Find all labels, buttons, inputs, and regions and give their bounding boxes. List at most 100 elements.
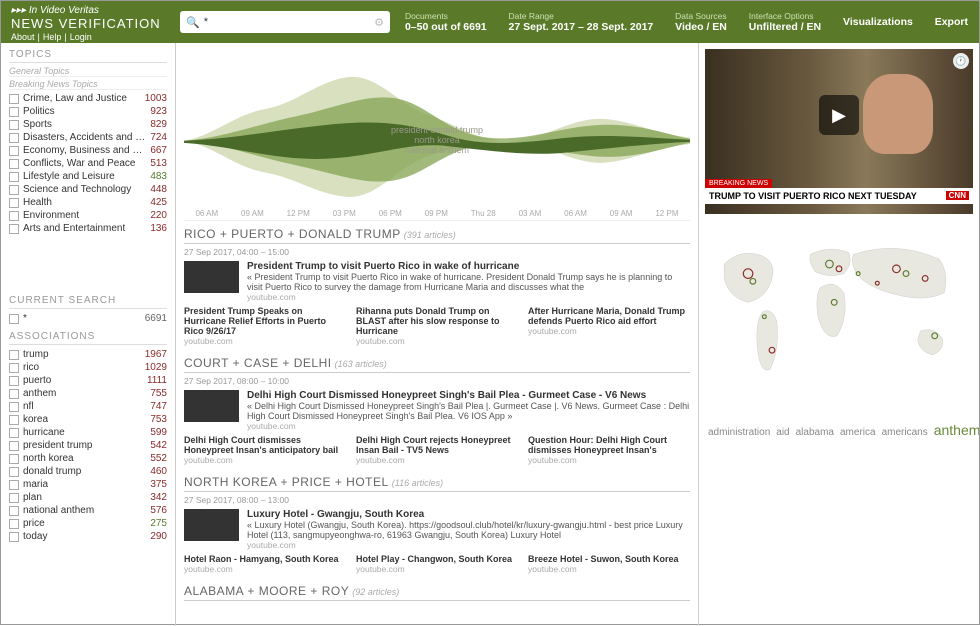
- checkbox[interactable]: [9, 402, 19, 412]
- checkbox[interactable]: [9, 120, 19, 130]
- checkbox[interactable]: [9, 519, 19, 529]
- checkbox[interactable]: [9, 314, 19, 324]
- checkbox[interactable]: [9, 467, 19, 477]
- facet-count: 275: [150, 518, 167, 529]
- checkbox[interactable]: [9, 454, 19, 464]
- checkbox[interactable]: [9, 146, 19, 156]
- sub-article[interactable]: Hotel Raon - Hamyang, South Koreayoutube…: [184, 554, 346, 574]
- facet-row[interactable]: donald trump460: [9, 465, 167, 478]
- cloud-word[interactable]: america: [840, 427, 876, 438]
- search-box[interactable]: 🔍 * ⚙: [180, 11, 390, 33]
- facet-row[interactable]: Disasters, Accidents and Eme...724: [9, 131, 167, 144]
- meta-item[interactable]: Date Range27 Sept. 2017 – 28 Sept. 2017: [509, 11, 654, 33]
- checkbox[interactable]: [9, 376, 19, 386]
- search-input[interactable]: [212, 16, 374, 28]
- sub-article[interactable]: Delhi High Court dismisses Honeypreet In…: [184, 435, 346, 465]
- checkbox[interactable]: [9, 428, 19, 438]
- facet-label: Health: [23, 197, 146, 208]
- sub-article[interactable]: Delhi High Court rejects Honeypreet Insa…: [356, 435, 518, 465]
- checkbox[interactable]: [9, 94, 19, 104]
- checkbox[interactable]: [9, 363, 19, 373]
- facet-label: Arts and Entertainment: [23, 223, 146, 234]
- sub-article[interactable]: Breeze Hotel - Suwon, South Koreayoutube…: [528, 554, 690, 574]
- cloud-word[interactable]: alabama: [796, 427, 834, 438]
- meta-item[interactable]: Visualizations: [843, 16, 913, 28]
- clock-icon[interactable]: 🕐: [953, 53, 969, 69]
- facet-row[interactable]: Conflicts, War and Peace513: [9, 157, 167, 170]
- sub-article[interactable]: After Hurricane Maria, Donald Trump defe…: [528, 306, 690, 346]
- sub-article[interactable]: Rihanna puts Donald Trump on BLAST after…: [356, 306, 518, 346]
- sub-article[interactable]: Hotel Play - Changwon, South Koreayoutub…: [356, 554, 518, 574]
- world-map[interactable]: [705, 222, 973, 397]
- checkbox[interactable]: [9, 441, 19, 451]
- facet-row[interactable]: Science and Technology448: [9, 183, 167, 196]
- facet-row[interactable]: plan342: [9, 491, 167, 504]
- checkbox[interactable]: [9, 506, 19, 516]
- sub-article[interactable]: Question Hour: Delhi High Court dismisse…: [528, 435, 690, 465]
- checkbox[interactable]: [9, 107, 19, 117]
- facet-row[interactable]: hurricane599: [9, 426, 167, 439]
- lead-article[interactable]: President Trump to visit Puerto Rico in …: [184, 261, 690, 302]
- cloud-word[interactable]: anthem: [934, 422, 979, 438]
- checkbox[interactable]: [9, 350, 19, 360]
- cloud-word[interactable]: americans: [882, 427, 928, 438]
- checkbox[interactable]: [9, 198, 19, 208]
- meta-item[interactable]: Data SourcesVideo / EN: [675, 11, 727, 33]
- facet-count: 829: [150, 119, 167, 130]
- brand-link[interactable]: Login: [70, 32, 92, 42]
- checkbox[interactable]: [9, 211, 19, 221]
- lead-article[interactable]: Delhi High Court Dismissed Honeypreet Si…: [184, 390, 690, 431]
- cloud-word[interactable]: administration: [708, 427, 770, 438]
- facet-row[interactable]: maria375: [9, 478, 167, 491]
- facet-row[interactable]: Lifestyle and Leisure483: [9, 170, 167, 183]
- facet-row[interactable]: national anthem576: [9, 504, 167, 517]
- facet-row[interactable]: nfl747: [9, 400, 167, 413]
- brand-link[interactable]: About: [11, 32, 35, 42]
- cloud-word[interactable]: aid: [776, 427, 789, 438]
- facet-row[interactable]: trump1967: [9, 348, 167, 361]
- meta-item[interactable]: Documents0–50 out of 6691: [405, 11, 487, 33]
- lead-article[interactable]: Luxury Hotel - Gwangju, South Korea« Lux…: [184, 509, 690, 550]
- play-icon[interactable]: ▶: [819, 95, 859, 135]
- cluster-header[interactable]: RICO + PUERTO + DONALD TRUMP (391 articl…: [184, 227, 690, 244]
- facet-row[interactable]: Economy, Business and Finan...667: [9, 144, 167, 157]
- facet-row[interactable]: Health425: [9, 196, 167, 209]
- facet-row[interactable]: price275: [9, 517, 167, 530]
- checkbox[interactable]: [9, 224, 19, 234]
- facet-label: Crime, Law and Justice: [23, 93, 141, 104]
- checkbox[interactable]: [9, 480, 19, 490]
- video-player[interactable]: 🕐 ▶ BREAKING NEWS TRUMP TO VISIT PUERTO …: [705, 49, 973, 214]
- checkbox[interactable]: [9, 493, 19, 503]
- facet-row[interactable]: Politics923: [9, 105, 167, 118]
- facet-row[interactable]: president trump542: [9, 439, 167, 452]
- checkbox[interactable]: [9, 133, 19, 143]
- facet-row[interactable]: Arts and Entertainment136: [9, 222, 167, 235]
- facet-row[interactable]: north korea552: [9, 452, 167, 465]
- checkbox[interactable]: [9, 389, 19, 399]
- word-cloud: administration aid alabama america americans…: [705, 405, 973, 451]
- facet-row[interactable]: puerto1111: [9, 374, 167, 387]
- brand-link[interactable]: Help: [43, 32, 62, 42]
- checkbox[interactable]: [9, 185, 19, 195]
- topics-heading: TOPICS: [9, 49, 167, 63]
- facet-row[interactable]: anthem755: [9, 387, 167, 400]
- checkbox[interactable]: [9, 532, 19, 542]
- facet-row[interactable]: korea753: [9, 413, 167, 426]
- timeline-chart[interactable]: president donald trumpnorth koreanationa…: [184, 51, 690, 221]
- cluster-header[interactable]: ALABAMA + MOORE + ROY (92 articles): [184, 584, 690, 601]
- facet-row[interactable]: Environment220: [9, 209, 167, 222]
- facet-row[interactable]: rico1029: [9, 361, 167, 374]
- checkbox[interactable]: [9, 172, 19, 182]
- sub-article[interactable]: President Trump Speaks on Hurricane Reli…: [184, 306, 346, 346]
- cluster-header[interactable]: NORTH KOREA + PRICE + HOTEL (116 article…: [184, 475, 690, 492]
- checkbox[interactable]: [9, 159, 19, 169]
- facet-row[interactable]: Sports829: [9, 118, 167, 131]
- facet-row[interactable]: today290: [9, 530, 167, 543]
- meta-item[interactable]: Export: [935, 16, 968, 28]
- cluster-header[interactable]: COURT + CASE + DELHI (163 articles): [184, 356, 690, 373]
- gear-icon[interactable]: ⚙: [374, 16, 384, 29]
- checkbox[interactable]: [9, 415, 19, 425]
- facet-row[interactable]: Crime, Law and Justice1003: [9, 92, 167, 105]
- meta-item[interactable]: Interface OptionsUnfiltered / EN: [749, 11, 821, 33]
- current-row[interactable]: * 6691: [9, 312, 167, 325]
